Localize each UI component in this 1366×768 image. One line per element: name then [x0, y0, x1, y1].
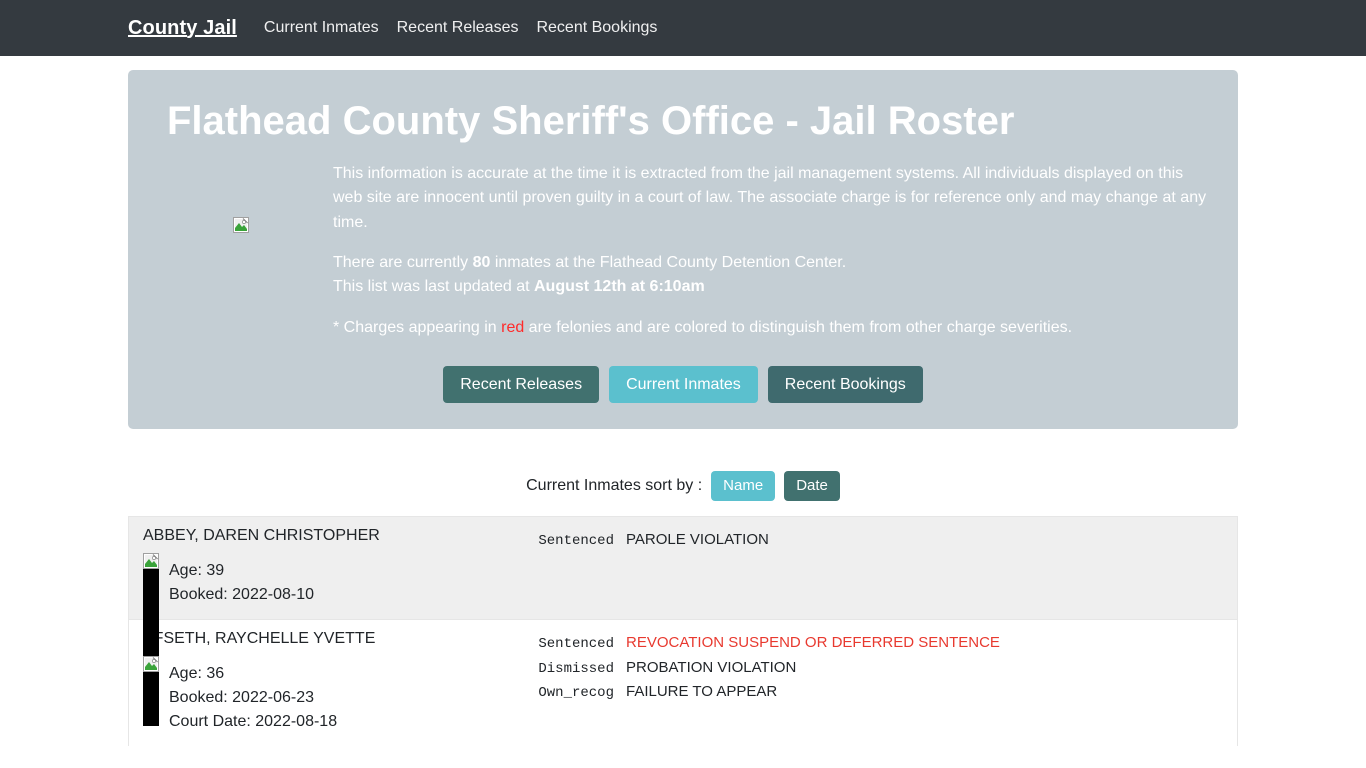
- hero-text-column: This information is accurate at the time…: [333, 162, 1218, 340]
- felony-note-before: * Charges appearing in: [333, 318, 502, 336]
- inmate-name: ABBEY, DAREN CHRISTOPHER: [143, 527, 380, 545]
- charge-description: REVOCATION SUSPEND OR DEFERRED SENTENCE: [626, 634, 1000, 652]
- broken-image-icon: [232, 217, 249, 233]
- sort-by-date-button[interactable]: Date: [784, 471, 840, 502]
- inmate-age: Age: 39: [169, 562, 225, 580]
- charge-status: Sentenced: [538, 636, 614, 653]
- charge-description: PROBATION VIOLATION: [626, 658, 797, 676]
- hero-image-column: [148, 162, 333, 233]
- inmate-info-column: AFSETH, RAYCHELLE YVETTE Age: 36 Booked:…: [143, 630, 518, 734]
- nav-links: Current Inmates Recent Releases Recent B…: [264, 19, 667, 37]
- inmate-body: Age: 39 Booked: 2022-08-10: [143, 553, 518, 657]
- updated-prefix: This list was last updated at: [333, 278, 534, 296]
- hero-body: This information is accurate at the time…: [148, 162, 1218, 340]
- charge-line: Sentenced REVOCATION SUSPEND OR DEFERRED…: [518, 631, 1223, 656]
- hero-current-inmates-button[interactable]: Current Inmates: [609, 365, 758, 404]
- count-suffix: inmates at the Flathead County Detention…: [490, 253, 847, 271]
- inmate-details: Age: 36 Booked: 2022-06-23 Court Date: 2…: [169, 656, 337, 734]
- charge-status: Sentenced: [538, 533, 614, 550]
- hero-jumbotron: Flathead County Sheriff's Office - Jail …: [128, 70, 1238, 430]
- felony-note-after: are felonies and are colored to distingu…: [524, 318, 1073, 336]
- hero-recent-bookings-button[interactable]: Recent Bookings: [767, 365, 923, 404]
- hero-button-group: Recent Releases Current Inmates Recent B…: [148, 365, 1218, 404]
- page-title: Flathead County Sheriff's Office - Jail …: [167, 99, 1015, 143]
- inmate-body: Age: 36 Booked: 2022-06-23 Court Date: 2…: [143, 656, 518, 734]
- sort-by-name-button[interactable]: Name: [711, 471, 776, 502]
- table-row[interactable]: AFSETH, RAYCHELLE YVETTE Age: 36 Booked:…: [128, 619, 1238, 747]
- charge-line: Sentenced PAROLE VIOLATION: [518, 528, 1223, 553]
- inmate-info-column: ABBEY, DAREN CHRISTOPHER Age: 39 Booked:…: [143, 527, 518, 657]
- top-navbar: County Jail Current Inmates Recent Relea…: [0, 0, 1366, 56]
- hero-recent-releases-button[interactable]: Recent Releases: [443, 365, 600, 404]
- inmate-charges-column: Sentenced REVOCATION SUSPEND OR DEFERRED…: [518, 630, 1223, 734]
- mugshot-wrapper: [143, 656, 159, 734]
- count-prefix: There are currently: [333, 253, 473, 271]
- hero-felony-note: * Charges appearing in red are felonies …: [333, 316, 1208, 340]
- broken-image-icon: [143, 553, 159, 570]
- charge-line: Own_recog FAILURE TO APPEAR: [518, 680, 1223, 705]
- inmate-age: Age: 36: [169, 665, 225, 683]
- charge-status: Dismissed: [538, 660, 614, 677]
- inmate-roster-list: ABBEY, DAREN CHRISTOPHER Age: 39 Booked:…: [128, 516, 1238, 747]
- mugshot-wrapper: [143, 553, 159, 657]
- inmate-details: Age: 39 Booked: 2022-08-10: [169, 553, 314, 607]
- inmate-booked-date: Booked: 2022-08-10: [169, 586, 314, 604]
- inmate-court-date: Court Date: 2022-08-18: [169, 713, 338, 731]
- charge-description: PAROLE VIOLATION: [626, 531, 769, 549]
- charge-status: Own_recog: [538, 685, 614, 702]
- hero-counts: There are currently 80 inmates at the Fl…: [333, 251, 1208, 300]
- page-container: Flathead County Sheriff's Office - Jail …: [128, 70, 1238, 430]
- charge-line: Dismissed PROBATION VIOLATION: [518, 656, 1223, 681]
- charge-description: FAILURE TO APPEAR: [626, 683, 778, 701]
- sort-by-label: Current Inmates sort by :: [526, 477, 703, 495]
- inmate-booked-date: Booked: 2022-06-23: [169, 689, 314, 707]
- broken-image-icon: [143, 656, 159, 673]
- sort-bar: Current Inmates sort by : Name Date: [0, 471, 1366, 502]
- felony-note-red-word: red: [501, 318, 525, 336]
- inmate-count: 80: [472, 253, 491, 271]
- brand-logo[interactable]: County Jail: [128, 17, 237, 40]
- nav-link-recent-bookings[interactable]: Recent Bookings: [527, 19, 666, 37]
- inmate-charges-column: Sentenced PAROLE VIOLATION: [518, 527, 1223, 607]
- updated-timestamp: August 12th at 6:10am: [533, 278, 705, 296]
- inmate-name: AFSETH, RAYCHELLE YVETTE: [143, 630, 376, 648]
- table-row[interactable]: ABBEY, DAREN CHRISTOPHER Age: 39 Booked:…: [128, 516, 1238, 657]
- hero-disclaimer: This information is accurate at the time…: [333, 165, 1207, 231]
- nav-link-recent-releases[interactable]: Recent Releases: [388, 19, 528, 37]
- nav-link-current-inmates[interactable]: Current Inmates: [264, 19, 388, 37]
